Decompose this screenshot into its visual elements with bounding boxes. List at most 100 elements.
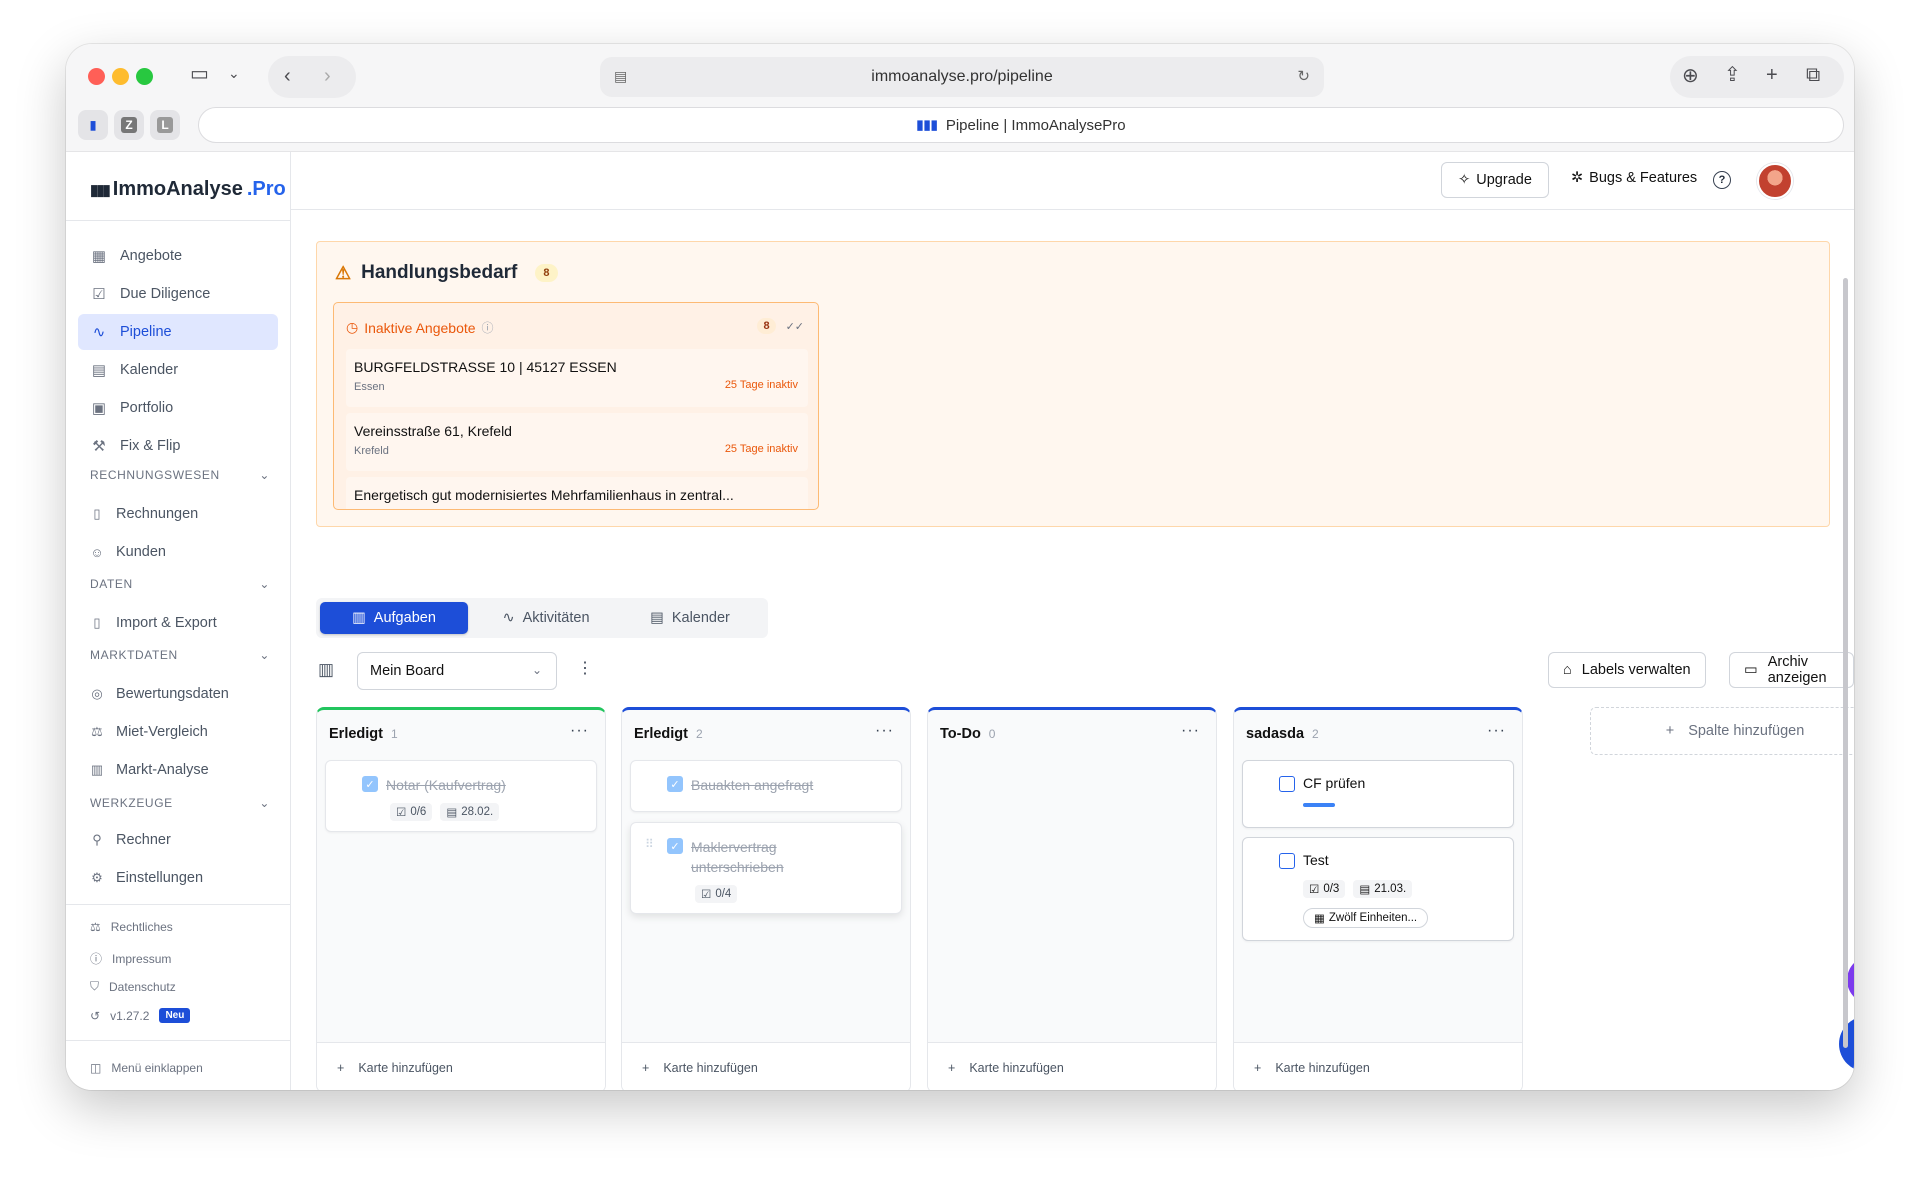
plus-icon: +	[1254, 1060, 1262, 1075]
chevron-down-icon[interactable]: ⌄	[228, 66, 240, 80]
tab-overview-icon[interactable]: ⧉	[1806, 65, 1820, 85]
sidebar-item-miet-vergleich[interactable]: ⚖ Miet-Vergleich	[90, 724, 208, 740]
checkbox[interactable]: ✓	[667, 838, 683, 854]
task-card[interactable]: CF prüfen	[1242, 760, 1514, 828]
checkbox[interactable]: ✓	[362, 776, 378, 792]
sidebar-item-label: Kalender	[120, 362, 179, 378]
sidebar-item-label: Einstellungen	[116, 870, 204, 886]
zoom-window-button[interactable]	[136, 68, 153, 85]
upgrade-button[interactable]: ✧ Upgrade	[1441, 162, 1549, 198]
offer-inactive-days: 25 Tage inaktiv	[724, 443, 798, 455]
scrollbar[interactable]	[1843, 278, 1848, 1048]
address-bar[interactable]: ▤ immoanalyse.pro/pipeline ↻	[600, 57, 1324, 97]
minimize-window-button[interactable]	[112, 68, 129, 85]
task-card[interactable]: Test ☑ 0/3 ▤ 21.03. ▦ Zwölf Einheiten...	[1242, 837, 1514, 941]
active-tab[interactable]: ▮▮▮ Pipeline | ImmoAnalysePro	[198, 107, 1844, 143]
column-count: 1	[390, 727, 398, 741]
version-info[interactable]: ↺ v1.27.2 Neu	[90, 1008, 191, 1023]
app-logo[interactable]: ▮▮▮ ImmoAnalyse .Pro	[90, 178, 286, 201]
bar-chart-icon: ▥	[90, 762, 104, 777]
task-card[interactable]: ⠿ ✓ Maklervertrag unterschrieben ☑ 0/4	[630, 822, 902, 914]
section-rechnungswesen[interactable]: RECHNUNGSWESEN ⌄	[90, 468, 270, 482]
back-icon[interactable]: ‹	[284, 66, 291, 86]
link-rechtliches[interactable]: ⚖ Rechtliches	[90, 920, 173, 934]
sidebar-item-due-diligence[interactable]: ☑ Due Diligence	[78, 276, 278, 312]
sidebar-item-fix-flip[interactable]: ⚒ Fix & Flip	[78, 428, 278, 464]
sidebar-item-bewertungsdaten[interactable]: ◎ Bewertungsdaten	[90, 686, 229, 702]
sidebar-item-kalender[interactable]: ▤ Kalender	[78, 352, 278, 388]
task-card[interactable]: ✓ Bauakten angefragt	[630, 760, 902, 812]
add-card-button[interactable]: + Karte hinzufügen	[622, 1042, 910, 1090]
sidebar-toggle-icon[interactable]: ▭	[190, 64, 209, 84]
sidebar-item-rechner[interactable]: ⚲ Rechner	[90, 832, 171, 848]
label-badge[interactable]: ▦ Zwölf Einheiten...	[1303, 908, 1429, 928]
avatar[interactable]	[1757, 163, 1793, 199]
pinned-tab-immoanalyse[interactable]: ▮	[78, 110, 108, 140]
board-select[interactable]: Mein Board ⌄	[357, 652, 557, 690]
more-horizontal-icon[interactable]: ···	[570, 722, 589, 740]
download-icon[interactable]: ⊕	[1682, 66, 1699, 86]
collapse-label: Menü einklappen	[111, 1061, 203, 1075]
tab-aktivitaeten[interactable]: ∿ Aktivitäten	[476, 602, 616, 634]
add-card-button[interactable]: + Karte hinzufügen	[928, 1042, 1216, 1090]
drag-handle-icon[interactable]: ⠿	[645, 837, 654, 851]
section-marktdaten[interactable]: MARKTDATEN ⌄	[90, 648, 270, 662]
add-card-button[interactable]: + Karte hinzufügen	[1234, 1042, 1522, 1090]
add-column-label: Spalte hinzufügen	[1688, 723, 1805, 739]
inactive-offers-panel: ◷ Inaktive Angebote ⓘ 8 ✓✓ BURGFELDSTRAS…	[333, 302, 819, 510]
more-horizontal-icon[interactable]: ···	[1487, 722, 1506, 740]
bugs-features-button[interactable]: ✲ Bugs & Features	[1571, 170, 1697, 186]
tab-aufgaben[interactable]: ▥ Aufgaben	[320, 602, 468, 634]
help-icon[interactable]: ?	[1713, 171, 1731, 189]
manage-labels-button[interactable]: ⌂ Labels verwalten	[1548, 652, 1706, 688]
help-icon[interactable]: ⓘ	[482, 319, 494, 336]
reload-icon[interactable]: ↻	[1297, 67, 1310, 85]
sidebar-item-markt-analyse[interactable]: ▥ Markt-Analyse	[90, 762, 209, 778]
task-title: Bauakten angefragt	[691, 777, 814, 793]
close-window-button[interactable]	[88, 68, 105, 85]
inactive-offer-item[interactable]: Energetisch gut modernisiertes Mehrfamil…	[346, 477, 808, 509]
pinned-tab-l[interactable]: L	[150, 110, 180, 140]
board-layout-icon[interactable]: ▥	[318, 660, 334, 680]
add-column-button[interactable]: + Spalte hinzufügen	[1590, 707, 1854, 755]
label-text: Zwölf Einheiten...	[1328, 912, 1418, 924]
checkbox[interactable]	[1279, 853, 1295, 869]
sidebar-item-rechnungen[interactable]: ▯ Rechnungen	[90, 506, 198, 522]
sidebar-item-import-export[interactable]: ▯ Import & Export	[90, 615, 216, 631]
task-meta: ☑ 0/3 ▤ 21.03.	[1303, 880, 1413, 898]
sidebar-item-portfolio[interactable]: ▣ Portfolio	[78, 390, 278, 426]
inactive-offer-item[interactable]: Vereinsstraße 61, Krefeld Krefeld 25 Tag…	[346, 413, 808, 471]
archive-icon: ▭	[1744, 662, 1758, 678]
section-daten[interactable]: DATEN ⌄	[90, 577, 270, 591]
alert-title: Handlungsbedarf	[361, 262, 518, 283]
link-impressum[interactable]: ⓘ Impressum	[90, 950, 171, 967]
task-card[interactable]: ✓ Notar (Kaufvertrag) ☑ 0/6 ▤ 28.02.	[325, 760, 597, 832]
new-tab-icon[interactable]: +	[1766, 65, 1778, 85]
more-vertical-icon[interactable]: ⋮	[577, 658, 593, 678]
action-required-panel: ⚠ Handlungsbedarf 8 ◷ Inaktive Angebote …	[316, 241, 1830, 527]
tab-title: Pipeline | ImmoAnalysePro	[945, 116, 1126, 134]
pinned-tab-z[interactable]: Z	[114, 110, 144, 140]
share-icon[interactable]: ⇪	[1724, 65, 1741, 85]
forward-icon[interactable]: ›	[324, 66, 331, 86]
checkbox[interactable]: ✓	[667, 776, 683, 792]
checkbox[interactable]	[1279, 776, 1295, 792]
check-all-icon[interactable]: ✓✓	[786, 320, 804, 333]
more-horizontal-icon[interactable]: ···	[875, 722, 894, 740]
add-card-button[interactable]: + Karte hinzufügen	[317, 1042, 605, 1090]
sidebar-item-einstellungen[interactable]: ⚙ Einstellungen	[90, 870, 203, 886]
share-fab[interactable]: ⋲	[1847, 956, 1854, 1004]
column-count: 0	[988, 727, 996, 741]
sidebar-item-angebote[interactable]: ▦ Angebote	[78, 238, 278, 274]
more-horizontal-icon[interactable]: ···	[1181, 722, 1200, 740]
link-datenschutz[interactable]: ⛉ Datenschutz	[90, 979, 176, 994]
inactive-offer-item[interactable]: BURGFELDSTRASSE 10 | 45127 ESSEN Essen 2…	[346, 349, 808, 407]
show-archive-button[interactable]: ▭ Archiv anzeigen	[1729, 652, 1854, 688]
section-werkzeuge[interactable]: WERKZEUGE ⌄	[90, 796, 270, 810]
page-menu-icon[interactable]: ▤	[614, 68, 627, 85]
collapse-menu-button[interactable]: ◫ Menü einklappen	[90, 1061, 203, 1075]
url-text: immoanalyse.pro/pipeline	[871, 68, 1053, 85]
sidebar-item-kunden[interactable]: ☺ Kunden	[90, 544, 166, 560]
tab-kalender[interactable]: ▤ Kalender	[620, 602, 760, 634]
sidebar-item-pipeline[interactable]: ∿ Pipeline	[78, 314, 278, 350]
